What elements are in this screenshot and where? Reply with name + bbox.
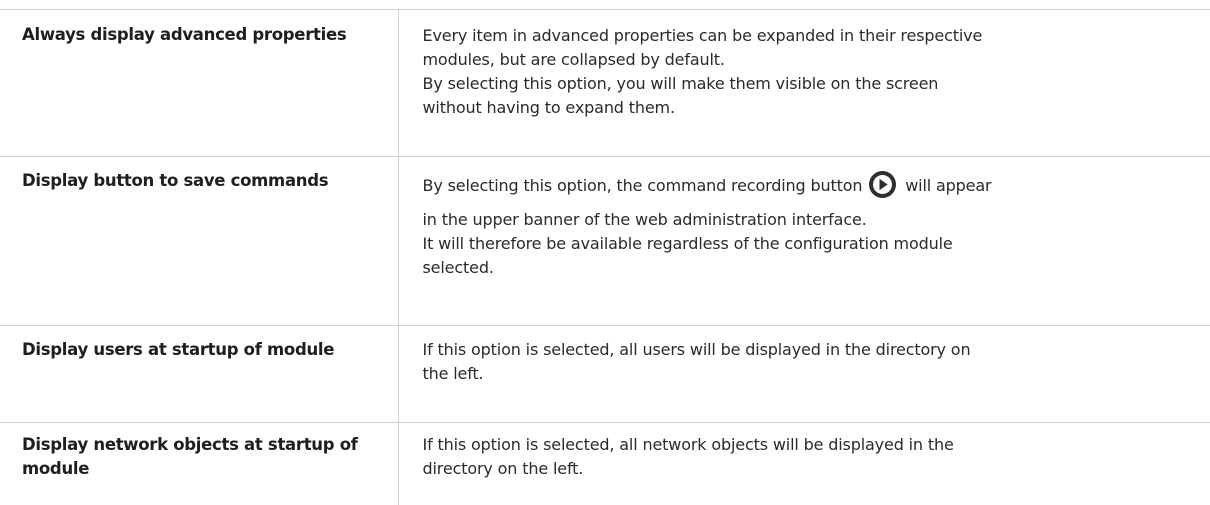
- description-line: without having to expand them.: [423, 96, 1200, 120]
- description-text-after-icon: will appear: [905, 176, 991, 195]
- option-description: If this option is selected, all users wi…: [398, 326, 1210, 423]
- option-name: Display users at startup of module: [0, 326, 398, 423]
- description-line: If this option is selected, all network …: [423, 433, 1200, 457]
- option-name: Display network objects at startup of mo…: [0, 423, 398, 505]
- option-description: By selecting this option, the command re…: [398, 157, 1210, 326]
- description-line: directory on the left.: [423, 457, 1200, 481]
- record-play-icon: [869, 171, 896, 198]
- table-row: Always display advanced properties Every…: [0, 10, 1210, 157]
- option-name-text: Display users at startup of module: [22, 340, 334, 359]
- option-name-text: Display button to save commands: [22, 171, 328, 190]
- table-row: Display network objects at startup of mo…: [0, 423, 1210, 505]
- option-name-text: Always display advanced properties: [22, 25, 346, 44]
- description-line-with-icon: By selecting this option, the command re…: [423, 169, 1200, 203]
- description-line: selected.: [423, 256, 1200, 280]
- table-row: Display users at startup of module If th…: [0, 326, 1210, 423]
- description-line: Every item in advanced properties can be…: [423, 24, 1200, 48]
- options-table: Always display advanced properties Every…: [0, 9, 1210, 505]
- description-line: If this option is selected, all users wi…: [423, 338, 1200, 362]
- description-line: It will therefore be available regardles…: [423, 232, 1200, 256]
- option-name: Always display advanced properties: [0, 10, 398, 157]
- description-line: in the upper banner of the web administr…: [423, 208, 1200, 232]
- option-name-text: Display network objects at startup of mo…: [22, 435, 358, 478]
- description-line: the left.: [423, 362, 1200, 386]
- option-description: If this option is selected, all network …: [398, 423, 1210, 505]
- option-name: Display button to save commands: [0, 157, 398, 326]
- description-text-before-icon: By selecting this option, the command re…: [423, 176, 863, 195]
- description-line: By selecting this option, you will make …: [423, 72, 1200, 96]
- table-row: Display button to save commands By selec…: [0, 157, 1210, 326]
- option-description: Every item in advanced properties can be…: [398, 10, 1210, 157]
- options-table-container: Always display advanced properties Every…: [0, 9, 1210, 505]
- description-line: modules, but are collapsed by default.: [423, 48, 1200, 72]
